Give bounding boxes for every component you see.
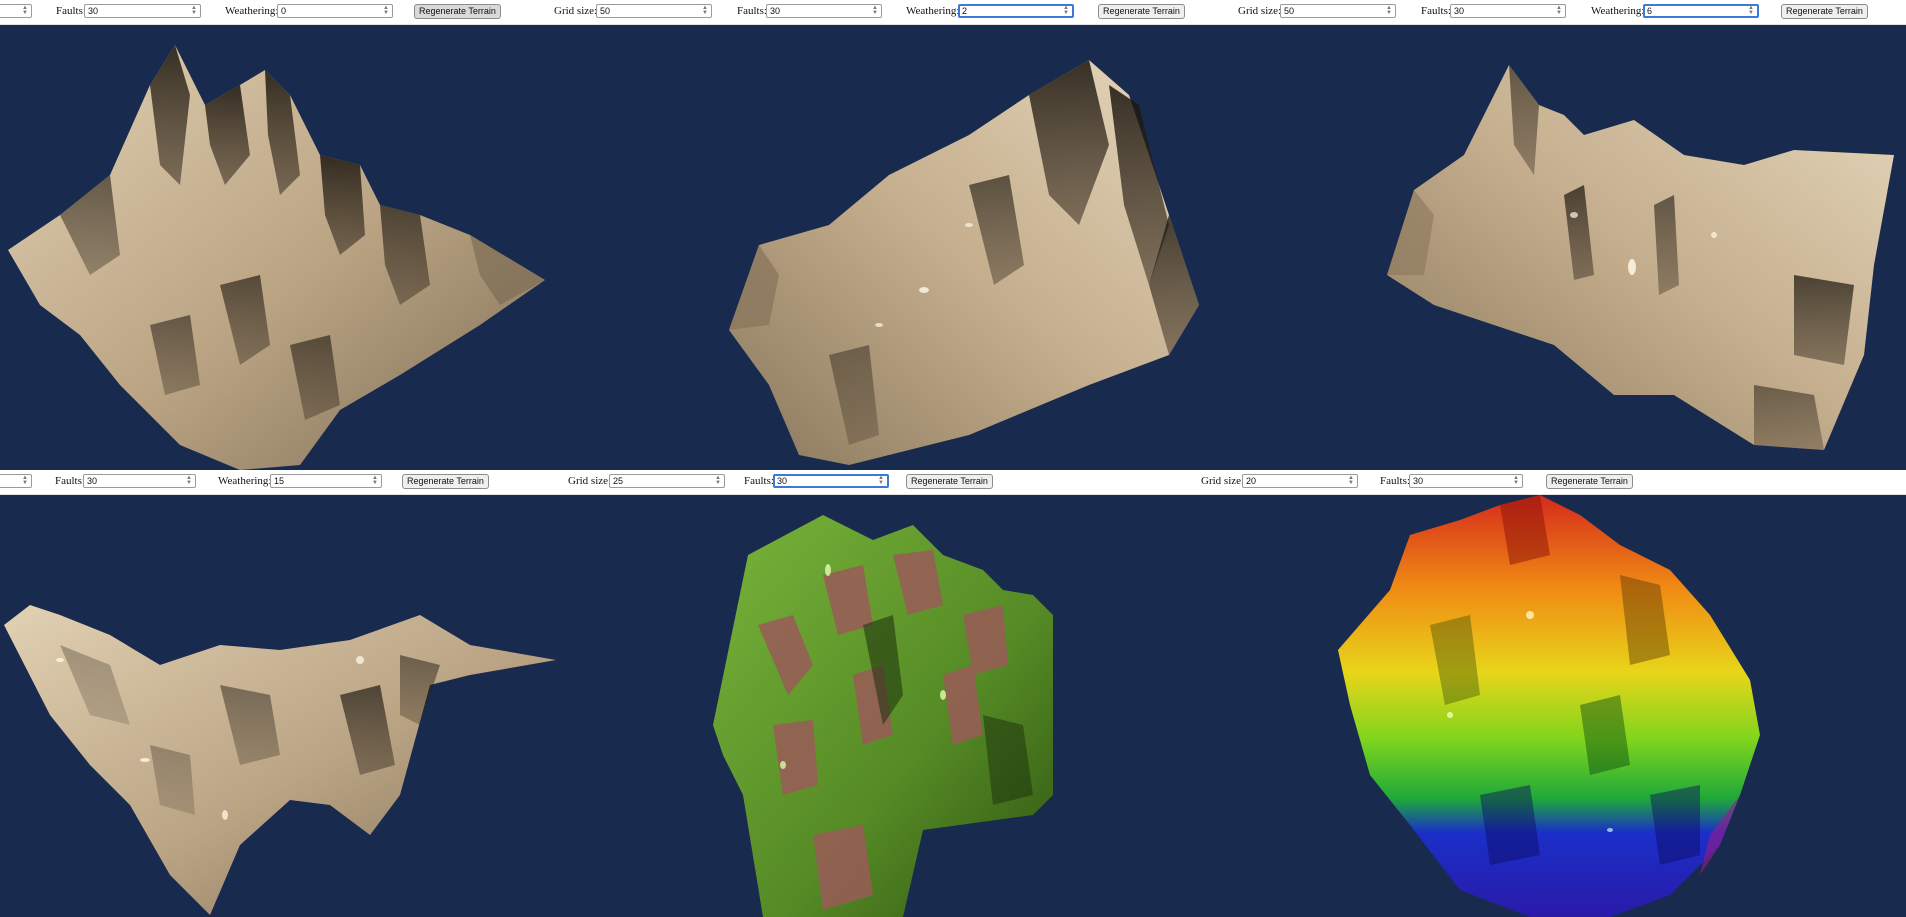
regenerate-terrain-button[interactable]: Regenerate Terrain — [1098, 4, 1185, 19]
weathering-label: Weathering: — [906, 5, 960, 17]
terrain-render — [1387, 65, 1894, 450]
spinner-arrows-icon[interactable]: ▲ ▼ — [701, 5, 709, 17]
weathering-input[interactable]: 15 ▲ ▼ — [270, 474, 382, 488]
spinner-arrows-icon[interactable]: ▲ ▼ — [382, 5, 390, 17]
controls-bar: ▲ ▼ Faults: 30 ▲ ▼ Weathering: 15 ▲ ▼ Regen… — [0, 470, 563, 495]
grid-size-value: 50 — [600, 6, 611, 16]
terrain-render — [4, 605, 556, 915]
spinner-arrows-icon[interactable]: ▲ ▼ — [21, 5, 29, 17]
weathering-label: Weathering: — [225, 5, 279, 17]
panel-bottom-middle: Grid size: 25 ▲ ▼ Faults: 30 ▲ ▼ Regenerat… — [563, 470, 1200, 917]
terrain-render — [729, 60, 1199, 465]
panel-top-left: ▲ ▼ Faults: 30 ▲ ▼ Weathering: 0 ▲ ▼ Regene… — [0, 0, 549, 470]
weathering-value: 6 — [1647, 6, 1653, 16]
weathering-input[interactable]: 2 ▲ ▼ — [958, 4, 1074, 18]
controls-bar: Grid size: 25 ▲ ▼ Faults: 30 ▲ ▼ Regenerat… — [563, 470, 1200, 495]
grid-size-label: Grid size: — [1201, 475, 1245, 487]
faults-input[interactable]: 30 ▲ ▼ — [83, 474, 196, 488]
regenerate-terrain-button[interactable]: Regenerate Terrain — [1781, 4, 1868, 19]
spinner-arrows-icon[interactable]: ▲ ▼ — [871, 5, 879, 17]
controls-bar: Grid size: 50 ▲ ▼ Faults: 30 ▲ ▼ Weatherin… — [1234, 0, 1906, 25]
faults-input[interactable]: 30 ▲ ▼ — [773, 474, 889, 488]
grid-size-label: Grid size: — [1238, 5, 1282, 17]
spinner-arrows-icon[interactable]: ▲ ▼ — [1062, 6, 1070, 16]
grid-size-label: Grid size: — [568, 475, 612, 487]
terrain-render — [8, 45, 545, 470]
spinner-arrows-icon[interactable]: ▲ ▼ — [371, 475, 379, 487]
grid-size-input[interactable]: 20 ▲ ▼ — [1242, 474, 1358, 488]
faults-input[interactable]: 30 ▲ ▼ — [766, 4, 882, 18]
grid-size-input[interactable]: ▲ ▼ — [0, 474, 32, 488]
faults-label: Faults: — [744, 475, 774, 487]
terrain-render — [713, 515, 1053, 917]
spinner-arrows-icon[interactable]: ▲ ▼ — [1512, 475, 1520, 487]
grid-size-value: 50 — [1284, 6, 1295, 16]
panel-top-right: Grid size: 50 ▲ ▼ Faults: 30 ▲ ▼ Weatherin… — [1234, 0, 1906, 470]
weathering-value: 0 — [281, 6, 287, 16]
controls-bar: Grid size: 50 ▲ ▼ Faults: 30 ▲ ▼ Weatherin… — [549, 0, 1234, 25]
faults-value: 30 — [770, 6, 781, 16]
weathering-input[interactable]: 6 ▲ ▼ — [1643, 4, 1759, 18]
faults-value: 30 — [1413, 476, 1424, 486]
regenerate-terrain-button[interactable]: Regenerate Terrain — [402, 474, 489, 489]
spinner-arrows-icon[interactable]: ▲ ▼ — [1747, 6, 1755, 16]
grid-size-input[interactable]: ▲ ▼ — [0, 4, 32, 18]
spinner-arrows-icon[interactable]: ▲ ▼ — [1347, 475, 1355, 487]
terrain-viewport[interactable] — [549, 25, 1234, 470]
faults-label: Faults: — [737, 5, 767, 17]
terrain-viewport[interactable] — [1200, 495, 1906, 917]
faults-input[interactable]: 30 ▲ ▼ — [84, 4, 201, 18]
spinner-arrows-icon[interactable]: ▲ ▼ — [1555, 5, 1563, 17]
faults-value: 30 — [1454, 6, 1465, 16]
weathering-label: Weathering: — [1591, 5, 1645, 17]
grid-size-input[interactable]: 50 ▲ ▼ — [596, 4, 712, 18]
spinner-arrows-icon[interactable]: ▲ ▼ — [714, 475, 722, 487]
weathering-label: Weathering: — [218, 475, 272, 487]
faults-label: Faults: — [1380, 475, 1410, 487]
regenerate-terrain-button[interactable]: Regenerate Terrain — [414, 4, 501, 19]
faults-input[interactable]: 30 ▲ ▼ — [1450, 4, 1566, 18]
spinner-arrows-icon[interactable]: ▲ ▼ — [877, 476, 885, 486]
terrain-viewport[interactable] — [1234, 25, 1906, 470]
weathering-value: 15 — [274, 476, 285, 486]
weathering-input[interactable]: 0 ▲ ▼ — [277, 4, 393, 18]
terrain-viewport[interactable] — [0, 495, 563, 917]
faults-value: 30 — [87, 476, 98, 486]
controls-bar: Grid size: 20 ▲ ▼ Faults: 30 ▲ ▼ Regenerat… — [1200, 470, 1906, 495]
grid-size-value: 25 — [613, 476, 624, 486]
terrain-viewport[interactable] — [0, 25, 549, 470]
spinner-arrows-icon[interactable]: ▲ ▼ — [21, 475, 29, 487]
grid-size-input[interactable]: 25 ▲ ▼ — [609, 474, 725, 488]
spinner-arrows-icon[interactable]: ▲ ▼ — [1385, 5, 1393, 17]
faults-label: Faults: — [55, 475, 85, 487]
grid-size-value: 20 — [1246, 476, 1257, 486]
faults-input[interactable]: 30 ▲ ▼ — [1409, 474, 1523, 488]
panel-bottom-right: Grid size: 20 ▲ ▼ Faults: 30 ▲ ▼ Regenerat… — [1200, 470, 1906, 917]
terrain-viewport[interactable] — [563, 495, 1200, 917]
regenerate-terrain-button[interactable]: Regenerate Terrain — [906, 474, 993, 489]
panel-bottom-left: ▲ ▼ Faults: 30 ▲ ▼ Weathering: 15 ▲ ▼ Regen… — [0, 470, 563, 917]
panel-top-middle: Grid size: 50 ▲ ▼ Faults: 30 ▲ ▼ Weatherin… — [549, 0, 1234, 470]
terrain-render — [1338, 495, 1760, 917]
weathering-value: 2 — [962, 6, 968, 16]
controls-bar: ▲ ▼ Faults: 30 ▲ ▼ Weathering: 0 ▲ ▼ Regene… — [0, 0, 549, 25]
spinner-arrows-icon[interactable]: ▲ ▼ — [190, 5, 198, 17]
faults-label: Faults: — [56, 5, 86, 17]
grid-size-input[interactable]: 50 ▲ ▼ — [1280, 4, 1396, 18]
regenerate-terrain-button[interactable]: Regenerate Terrain — [1546, 474, 1633, 489]
spinner-arrows-icon[interactable]: ▲ ▼ — [185, 475, 193, 487]
faults-label: Faults: — [1421, 5, 1451, 17]
faults-value: 30 — [88, 6, 99, 16]
faults-value: 30 — [777, 476, 788, 486]
grid-size-label: Grid size: — [554, 5, 598, 17]
